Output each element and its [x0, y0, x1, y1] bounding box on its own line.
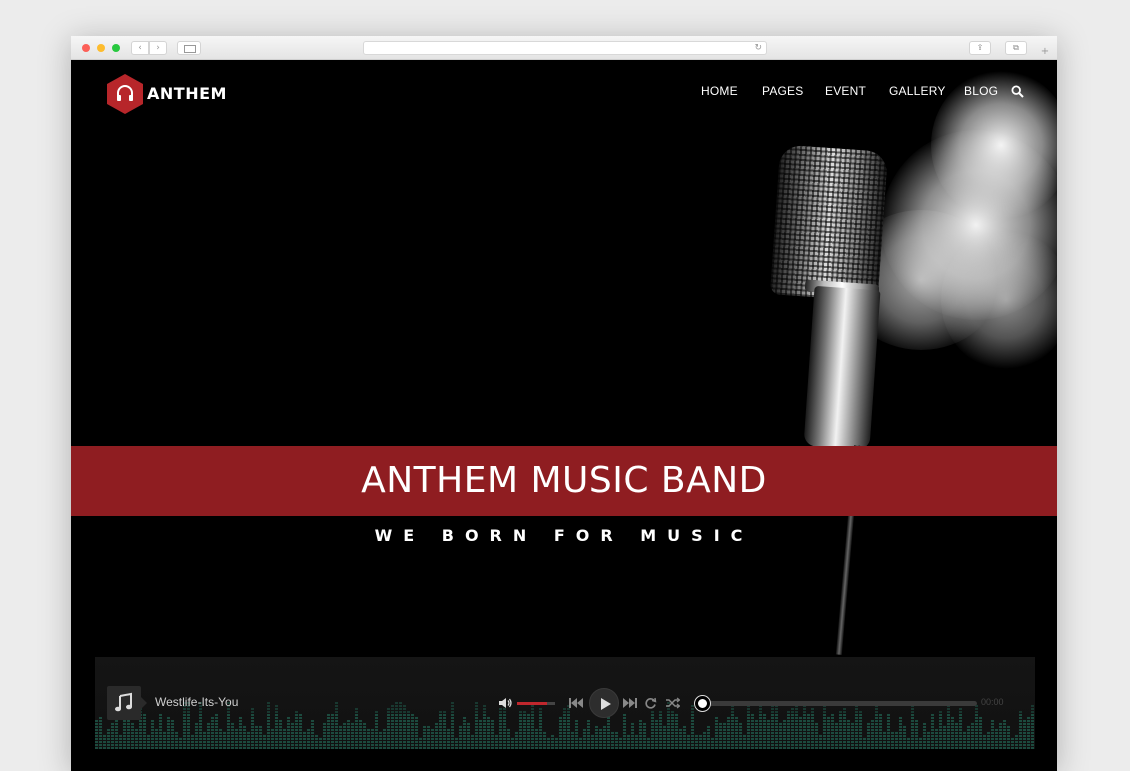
forward-button[interactable]: › — [149, 41, 167, 55]
minimize-window-button[interactable] — [97, 44, 105, 52]
volume-slider[interactable] — [517, 702, 555, 705]
play-icon — [601, 698, 611, 710]
album-art — [107, 686, 147, 720]
sidebar-toggle-button[interactable] — [177, 41, 201, 55]
play-button[interactable] — [589, 688, 619, 718]
back-button[interactable]: ‹ — [131, 41, 149, 55]
seek-handle[interactable] — [695, 696, 710, 711]
volume-icon[interactable] — [497, 695, 513, 711]
browser-toolbar: ‹ › ↻ ⇪ ⧉ + — [71, 36, 1057, 60]
maximize-window-button[interactable] — [112, 44, 120, 52]
hero-banner: ANTHEM MUSIC BAND — [71, 446, 1057, 516]
nav-pages[interactable]: PAGES — [762, 84, 803, 98]
close-window-button[interactable] — [82, 44, 90, 52]
share-button[interactable]: ⇪ — [969, 41, 991, 55]
browser-window: ‹ › ↻ ⇪ ⧉ + ANTHEM HOME PAGES EVENT GALL… — [71, 36, 1057, 771]
search-icon[interactable] — [1011, 85, 1024, 98]
tabs-overview-button[interactable]: ⧉ — [1005, 41, 1027, 55]
repeat-icon[interactable] — [644, 697, 657, 710]
headphones-icon — [117, 85, 133, 101]
nav-home[interactable]: HOME — [701, 84, 738, 98]
music-note-icon — [115, 692, 132, 712]
logo[interactable] — [107, 74, 143, 114]
audio-player: Westlife-Its-You 00:00 — [95, 657, 1035, 749]
prev-icon[interactable] — [569, 697, 583, 709]
nav-gallery[interactable]: GALLERY — [889, 84, 946, 98]
brand-name[interactable]: ANTHEM — [147, 84, 227, 103]
new-tab-button[interactable]: + — [1037, 45, 1053, 59]
site-header: ANTHEM HOME PAGES EVENT GALLERY BLOG — [71, 60, 1057, 130]
track-title: Westlife-Its-You — [155, 695, 239, 709]
volume-level — [517, 702, 548, 705]
nav-event[interactable]: EVENT — [825, 84, 866, 98]
nav-blog[interactable]: BLOG — [964, 84, 998, 98]
next-icon[interactable] — [623, 697, 637, 709]
reload-icon[interactable]: ↻ — [754, 42, 762, 55]
hero-tagline: WE BORN FOR MUSIC — [374, 526, 754, 545]
microphone-image — [711, 60, 1057, 680]
web-page: ANTHEM HOME PAGES EVENT GALLERY BLOG ANT… — [71, 60, 1057, 771]
shuffle-icon[interactable] — [666, 697, 680, 709]
address-bar[interactable]: ↻ — [363, 41, 767, 55]
hero-title: ANTHEM MUSIC BAND — [361, 460, 767, 501]
seek-bar[interactable] — [701, 701, 977, 706]
time-display: 00:00 — [981, 697, 1004, 707]
